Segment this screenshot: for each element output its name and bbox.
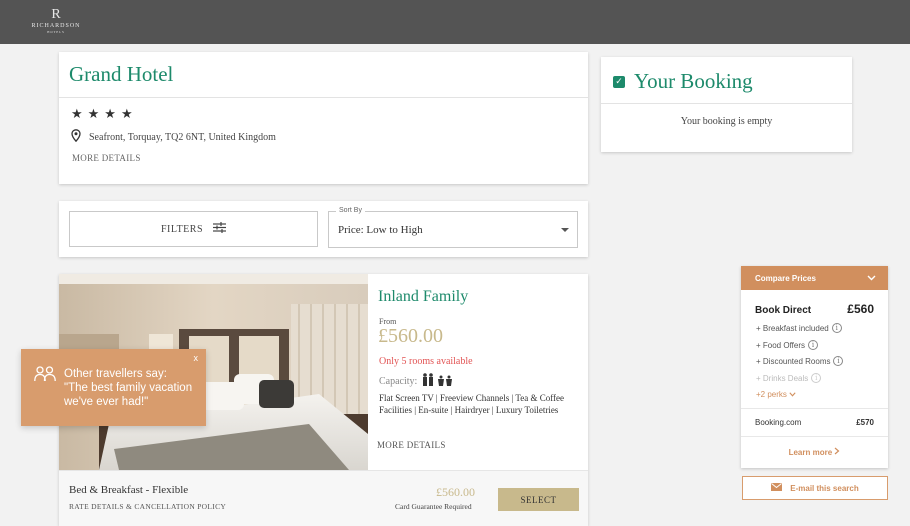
logo-mark: R [51, 7, 61, 22]
top-bar: R RICHARDSON HOTELS [0, 0, 910, 44]
review-line: "The best family vacation [64, 382, 193, 394]
checkbox-check-icon: ✓ [613, 75, 625, 88]
book-direct-price: £560 [847, 302, 874, 316]
room-more-details-link[interactable]: MORE DETAILS [377, 440, 446, 450]
hotel-info-card: Grand Hotel ★★★★ Seafront, Torquay, TQ2 … [59, 52, 588, 184]
compare-prices-title: Compare Prices [755, 273, 816, 283]
hotel-more-details-link[interactable]: MORE DETAILS [72, 153, 141, 163]
booking-empty-message: Your booking is empty [680, 116, 773, 127]
sliders-icon [213, 222, 227, 236]
perk-label: + Drinks Deals [756, 373, 809, 383]
people-icon [34, 366, 56, 387]
location-pin-icon [71, 129, 81, 145]
capacity-label: Capacity: [379, 375, 418, 387]
rate-guarantee: Card Guarantee Required [395, 502, 472, 511]
divider [741, 408, 888, 409]
perk-label: + Food Offers [756, 340, 805, 350]
rate-price: £560.00 [436, 485, 475, 499]
brand-logo[interactable]: R RICHARDSON HOTELS [30, 7, 82, 35]
perk-item: + Breakfast included i [756, 323, 842, 333]
perk-item: + Drinks Deals i [756, 373, 822, 383]
chevron-down-icon [867, 274, 876, 283]
info-icon[interactable]: i [833, 356, 844, 366]
availability-notice: Only 5 rooms available [379, 356, 473, 367]
family-capacity-icon [422, 373, 454, 389]
perk-item: + Discounted Rooms i [756, 356, 844, 366]
learn-more-link[interactable]: Learn more [741, 447, 888, 457]
envelope-icon [771, 483, 783, 493]
rate-name: Bed & Breakfast - Flexible [69, 484, 189, 496]
perk-item: + Food Offers i [756, 340, 818, 350]
competitor-price: £570 [856, 418, 874, 427]
filters-button[interactable]: FILTERS [69, 211, 318, 247]
email-search-button[interactable]: E-mail this search [742, 476, 888, 500]
info-icon[interactable]: i [811, 373, 822, 383]
booking-header: ✓ Your Booking [613, 69, 753, 94]
sort-by-label: Sort By [336, 207, 365, 214]
close-icon[interactable]: x [194, 353, 199, 363]
room-capacity: Capacity: [379, 373, 454, 389]
more-perks-toggle[interactable]: +2 perks [756, 390, 796, 399]
chevron-down-icon [789, 390, 796, 399]
your-booking-card: ✓ Your Booking Your booking is empty [601, 57, 852, 152]
rate-policy-link[interactable]: RATE DETAILS & CANCELLATION POLICY [69, 502, 226, 511]
filter-sort-bar: FILTERS Sort By Price: Low to High [59, 201, 588, 257]
review-line: we've ever had!" [64, 396, 149, 408]
learn-more-label: Learn more [788, 448, 833, 457]
room-amenities: Flat Screen TV | Freeview Channels | Tea… [379, 393, 565, 415]
filters-label: FILTERS [160, 223, 204, 235]
compare-prices-widget: Compare Prices Book Direct £560 + Breakf… [741, 266, 888, 468]
perk-label: + Breakfast included [756, 323, 829, 333]
select-rate-button[interactable]: SELECT [498, 488, 579, 511]
divider [59, 97, 588, 98]
hotel-address: Seafront, Torquay, TQ2 6NT, United Kingd… [71, 129, 276, 145]
room-title: Inland Family [378, 288, 469, 305]
dropdown-caret-icon [561, 228, 569, 232]
review-intro: Other travellers say: [64, 368, 167, 380]
logo-word: RICHARDSON [31, 23, 81, 29]
competitor-name: Booking.com [755, 418, 802, 427]
sort-by-value: Price: Low to High [338, 224, 423, 236]
divider [601, 103, 852, 104]
chevron-right-icon [834, 447, 840, 457]
hotel-name: Grand Hotel [69, 62, 174, 86]
compare-prices-header[interactable]: Compare Prices [741, 266, 888, 290]
logo-sub: HOTELS [47, 30, 65, 34]
travellers-review-popup: x Other travellers say: "The best family… [21, 349, 206, 426]
info-icon[interactable]: i [808, 340, 818, 350]
perk-label: + Discounted Rooms [756, 356, 831, 366]
review-quote: Other travellers say: "The best family v… [64, 367, 192, 409]
address-text: Seafront, Torquay, TQ2 6NT, United Kingd… [89, 131, 276, 143]
divider [741, 436, 888, 437]
info-icon[interactable]: i [831, 323, 842, 333]
more-perks-label: +2 perks [756, 390, 787, 399]
rate-row: Bed & Breakfast - Flexible RATE DETAILS … [59, 470, 588, 526]
book-direct-label: Book Direct [755, 305, 812, 316]
sort-by-select[interactable]: Sort By Price: Low to High [328, 207, 578, 248]
booking-title: Your Booking [634, 69, 753, 93]
star-rating: ★★★★ [71, 106, 138, 121]
room-price: £560.00 [378, 325, 443, 347]
email-search-label: E-mail this search [790, 483, 859, 493]
